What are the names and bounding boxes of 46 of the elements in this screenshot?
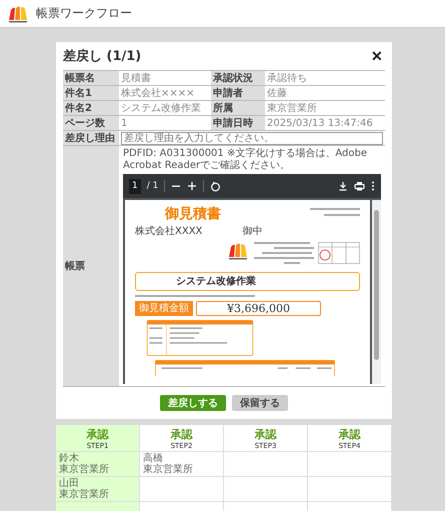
field-value: 佐藤	[265, 86, 385, 100]
hold-button[interactable]: 保留する	[232, 395, 288, 411]
close-button[interactable]: ✕	[369, 48, 385, 64]
document-meta-drawing	[310, 208, 360, 218]
step-status: 承認	[86, 426, 108, 442]
field-value: 2025/03/13 13:47:46	[265, 116, 385, 130]
logo-icon	[8, 4, 30, 22]
rotate-icon[interactable]	[210, 180, 222, 192]
field-value: 東京営業所	[265, 100, 385, 116]
field-value: 見積書	[119, 70, 211, 86]
logo-icon	[228, 242, 250, 260]
page-total: / 1	[146, 180, 158, 192]
approver: 高橋 東京営業所	[143, 453, 194, 475]
print-icon[interactable]	[354, 181, 365, 191]
stamp-boxes-drawing	[318, 242, 360, 264]
field-label: 差戻し理由	[63, 130, 119, 146]
more-icon[interactable]	[371, 181, 375, 191]
download-icon[interactable]	[338, 181, 348, 191]
field-label: 所属	[211, 100, 265, 116]
step-status: 承認	[170, 426, 192, 442]
subject-box: システム改修作業	[135, 272, 360, 291]
field-label: 帳票	[63, 146, 119, 386]
field-value: 承認待ち	[265, 70, 385, 86]
scrollbar[interactable]	[372, 200, 381, 384]
send-back-button[interactable]: 差戻しする	[160, 395, 226, 411]
customer-name: 株式会社XXXX	[135, 225, 202, 238]
field-label: 申請日時	[211, 116, 265, 130]
app-title: 帳票ワークフロー	[36, 5, 132, 22]
approver: 鈴木 東京営業所	[59, 453, 110, 475]
document-title: 御見積書	[165, 208, 221, 221]
approver: 山田 東京営業所	[59, 478, 110, 500]
field-label: ページ数	[63, 116, 119, 130]
field-label: 承認状況	[211, 70, 265, 86]
step-status: 承認	[254, 426, 276, 442]
pdf-note: PDFID: A031300001 ※文字化けする場合は、Adobe Acrobat Readerでご確認ください。	[123, 148, 368, 172]
page-number-field[interactable]: 1	[129, 178, 141, 194]
honorific: 御中	[242, 225, 262, 238]
step-status: 承認	[338, 426, 360, 442]
field-label: 件名1	[63, 86, 119, 100]
amount-label: 御見積金額	[135, 300, 193, 316]
dialog-title: 差戻し (1/1)	[63, 48, 142, 65]
amount-value: ¥3,696,000	[196, 300, 321, 316]
field-label: 帳票名	[63, 70, 119, 86]
zoom-in-icon[interactable]	[187, 181, 198, 191]
field-label: 申請者	[211, 86, 265, 100]
field-label: 件名2	[63, 100, 119, 116]
